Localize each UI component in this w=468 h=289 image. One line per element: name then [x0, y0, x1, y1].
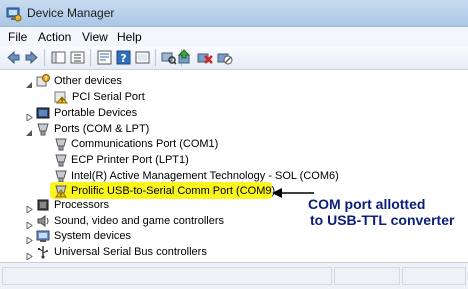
- tree-node-usb[interactable]: Universal Serial Bus controllers: [26, 244, 246, 261]
- device-manager-icon: [6, 6, 22, 22]
- unknown-device-warning-icon: !: [54, 90, 69, 105]
- tree-node-lpt1[interactable]: ECP Printer Port (LPT1): [54, 152, 254, 168]
- expand-icon[interactable]: [26, 110, 33, 122]
- tree-label: System devices: [54, 230, 132, 242]
- port-connector-icon: [36, 122, 50, 136]
- expand-icon[interactable]: [26, 202, 33, 214]
- tree-node-other-devices[interactable]: ? Other devices: [26, 73, 226, 89]
- tree-node-ports[interactable]: Ports (COM & LPT): [26, 121, 226, 137]
- back-icon[interactable]: [5, 49, 22, 66]
- expand-icon[interactable]: [26, 249, 33, 261]
- collapse-icon[interactable]: [26, 126, 33, 136]
- annotation-callout: COM port allotted to USB-TTL converter: [308, 196, 454, 228]
- tree-node-pci-serial-port[interactable]: ! PCI Serial Port: [54, 89, 254, 105]
- tree-label: Other devices: [54, 75, 122, 87]
- toolbar-separator: [44, 49, 45, 66]
- port-connector-icon: [54, 153, 68, 167]
- tree-node-com1[interactable]: Communications Port (COM1): [54, 136, 254, 152]
- tree-node-sound[interactable]: Sound, video and game controllers: [26, 213, 246, 230]
- window-title: Device Manager: [27, 6, 115, 20]
- processor-icon: [36, 198, 50, 212]
- status-pane-2: [334, 267, 400, 285]
- menu-view[interactable]: View: [82, 29, 108, 45]
- status-bar: [0, 262, 468, 289]
- svg-text:?: ?: [120, 52, 126, 65]
- menu-help[interactable]: Help: [117, 29, 142, 45]
- toolbar: ?: [0, 46, 468, 70]
- tree-node-portable-devices[interactable]: Portable Devices: [26, 105, 226, 122]
- menu-action[interactable]: Action: [38, 29, 71, 45]
- tree-node-system-devices[interactable]: System devices: [26, 228, 226, 245]
- uninstall-icon[interactable]: [196, 49, 213, 66]
- properties-icon[interactable]: [96, 49, 113, 66]
- system-device-icon: [36, 229, 50, 243]
- annotation-line-1: COM port allotted: [308, 196, 426, 212]
- status-pane-3: [402, 267, 466, 285]
- tree-label: ECP Printer Port (LPT1): [71, 154, 189, 166]
- toolbar-separator: [90, 49, 91, 66]
- collapse-icon[interactable]: [26, 78, 33, 88]
- annotation-line-2: to USB-TTL converter: [310, 212, 455, 228]
- console-tree-icon[interactable]: [69, 49, 86, 66]
- tree-label: Communications Port (COM1): [71, 138, 219, 150]
- expand-icon[interactable]: [26, 233, 33, 245]
- menu-file[interactable]: File: [8, 29, 27, 45]
- tree-label: Sound, video and game controllers: [54, 215, 224, 227]
- other-devices-icon: ?: [36, 74, 50, 88]
- portable-device-icon: [36, 106, 50, 120]
- speaker-icon: [36, 214, 50, 228]
- console-view-icon[interactable]: [134, 49, 151, 66]
- update-driver-icon[interactable]: [176, 49, 193, 66]
- tree-label: Processors: [54, 199, 110, 211]
- svg-text:!: !: [61, 99, 64, 105]
- title-bar: Device Manager: [0, 0, 468, 27]
- toolbar-separator: [155, 49, 156, 66]
- tree-node-processors[interactable]: Processors: [26, 197, 226, 214]
- tree-label: Portable Devices: [54, 107, 138, 119]
- show-hide-tree-icon[interactable]: [50, 49, 67, 66]
- help-icon[interactable]: ?: [115, 49, 132, 66]
- scan-hardware-icon[interactable]: [160, 49, 177, 66]
- status-pane-main: [2, 267, 332, 285]
- device-tree: ? Other devices ! PCI Serial Port Portab…: [0, 70, 468, 262]
- forward-icon[interactable]: [23, 49, 40, 66]
- menu-bar: File Action View Help: [0, 27, 468, 47]
- expand-icon[interactable]: [26, 218, 33, 230]
- tree-label: PCI Serial Port: [72, 91, 145, 103]
- tree-label: Universal Serial Bus controllers: [54, 246, 207, 258]
- port-connector-icon: [54, 137, 68, 151]
- svg-text:?: ?: [44, 76, 48, 83]
- usb-icon: [36, 245, 50, 259]
- port-warning-icon: !: [54, 184, 68, 199]
- port-connector-icon: [54, 169, 68, 183]
- tree-label: Ports (COM & LPT): [54, 123, 150, 135]
- disable-icon[interactable]: [216, 49, 233, 66]
